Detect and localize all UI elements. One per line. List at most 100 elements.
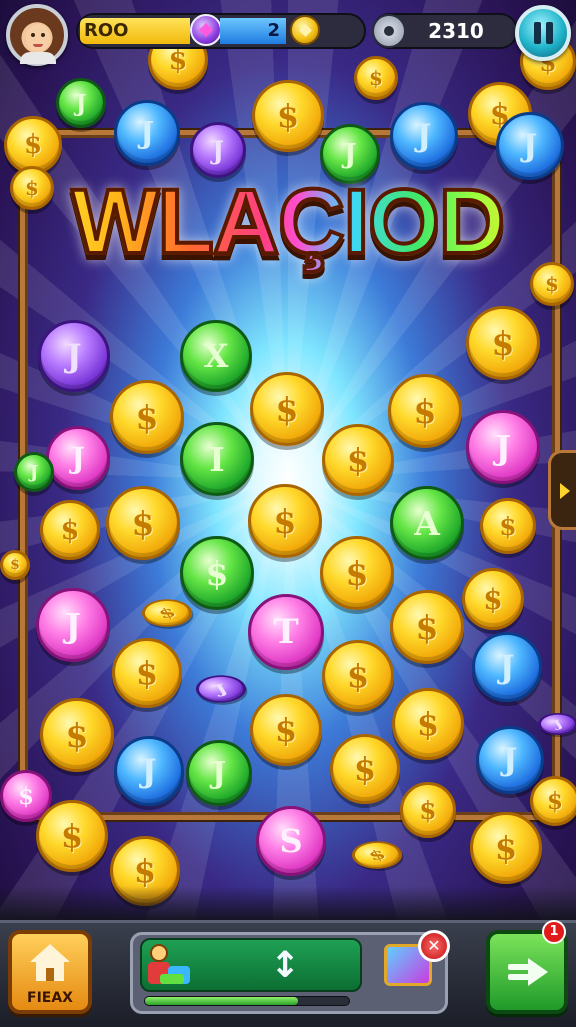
coin-symbol: $ bbox=[275, 389, 299, 429]
gold-coin[interactable]: $ bbox=[322, 424, 394, 496]
gold-coin[interactable]: $ bbox=[470, 812, 542, 884]
coin-symbol: $ bbox=[65, 715, 89, 755]
pink-coin[interactable]: J bbox=[46, 426, 110, 490]
blue-coin[interactable]: J bbox=[114, 100, 180, 166]
avatar-mouth bbox=[33, 44, 43, 47]
purple-coin[interactable]: J bbox=[38, 320, 110, 392]
coin-symbol: $ bbox=[415, 607, 439, 647]
gold-coin[interactable]: $ bbox=[390, 590, 464, 664]
green-coin[interactable]: A bbox=[390, 486, 464, 560]
green-coin[interactable]: J bbox=[56, 78, 106, 128]
score-value: 2310 bbox=[428, 19, 484, 43]
coin-symbol: J bbox=[502, 742, 518, 778]
coin-symbol: J bbox=[499, 648, 515, 686]
pink-coin[interactable]: J bbox=[466, 410, 540, 484]
gold-coin[interactable]: $ bbox=[250, 372, 324, 446]
coin-symbol: $ bbox=[276, 97, 300, 135]
game-title: WLAÇIOD bbox=[40, 169, 536, 275]
bottom-fade bbox=[0, 886, 576, 920]
coin-symbol: $ bbox=[131, 503, 155, 543]
coin-symbol: $ bbox=[60, 817, 84, 855]
coin-symbol: J bbox=[522, 128, 538, 164]
coin-symbol: J bbox=[139, 115, 155, 151]
gold-coin[interactable]: $ bbox=[320, 536, 394, 610]
coin-symbol: J bbox=[65, 605, 81, 645]
pink-coin[interactable]: T bbox=[248, 594, 324, 670]
gold-coin[interactable]: $ bbox=[466, 306, 540, 380]
coin-symbol: J bbox=[416, 118, 432, 154]
pause-button[interactable] bbox=[515, 5, 571, 61]
green-coin[interactable]: I bbox=[180, 422, 254, 496]
gold-coin[interactable]: $ bbox=[322, 640, 394, 712]
coin-symbol: $ bbox=[274, 711, 298, 749]
gear-icon[interactable] bbox=[372, 14, 406, 48]
coin-symbol: $ bbox=[17, 782, 34, 810]
gold-coin[interactable]: $ bbox=[40, 698, 114, 772]
character-blocks-icon[interactable] bbox=[148, 944, 194, 988]
gold-coin[interactable]: $ bbox=[354, 56, 398, 100]
gold-coin[interactable]: $ bbox=[112, 638, 182, 708]
coin-symbol: J bbox=[66, 337, 82, 375]
coin-icon[interactable] bbox=[290, 15, 320, 45]
coin-symbol: $ bbox=[545, 272, 559, 296]
arrow-head bbox=[528, 958, 548, 986]
player-avatar[interactable] bbox=[6, 4, 68, 66]
coin-symbol: $ bbox=[491, 323, 515, 363]
green-coin[interactable]: J bbox=[186, 740, 252, 806]
pause-icon-bar bbox=[546, 22, 553, 44]
gold-meter: ROO bbox=[80, 18, 190, 44]
coin-symbol: $ bbox=[273, 501, 297, 541]
gold-coin[interactable]: $ bbox=[0, 550, 30, 580]
green-coin[interactable]: $ bbox=[180, 536, 254, 610]
home-label: FIEAX bbox=[27, 990, 73, 1006]
pink-coin[interactable]: J bbox=[36, 588, 110, 662]
side-arrow-button[interactable] bbox=[548, 450, 576, 530]
gold-coin[interactable]: $ bbox=[330, 734, 400, 804]
gold-coin[interactable]: $ bbox=[530, 262, 574, 306]
level-progress-bar bbox=[144, 996, 350, 1006]
gold-coin[interactable]: $ bbox=[36, 800, 108, 872]
coin-symbol: $ bbox=[369, 66, 383, 90]
gold-coin[interactable]: $ bbox=[530, 776, 576, 826]
gold-coin[interactable]: $ bbox=[40, 500, 100, 560]
blue-coin[interactable]: J bbox=[476, 726, 544, 794]
gem-icon[interactable] bbox=[190, 14, 222, 46]
gold-coin[interactable]: $ bbox=[106, 486, 180, 560]
avatar-eye bbox=[41, 33, 45, 37]
pause-icon-bar bbox=[534, 22, 541, 44]
gold-coin[interactable]: $ bbox=[250, 694, 322, 766]
up-down-arrow-icon[interactable]: ↕ bbox=[270, 944, 300, 988]
coin-symbol: $ bbox=[364, 846, 390, 864]
gold-coin[interactable]: $ bbox=[388, 374, 462, 448]
gold-coin[interactable]: $ bbox=[392, 688, 464, 760]
green-coin[interactable]: J bbox=[14, 452, 54, 492]
gold-coin[interactable]: $ bbox=[248, 484, 322, 558]
coin-symbol: J bbox=[71, 441, 85, 475]
coin-symbol: J bbox=[211, 680, 231, 698]
gold-coin[interactable]: $ bbox=[462, 568, 524, 630]
blue-coin[interactable]: J bbox=[390, 102, 458, 170]
coin-symbol: $ bbox=[23, 130, 43, 160]
coin-symbol: $ bbox=[60, 514, 80, 546]
coin-symbol: $ bbox=[133, 852, 157, 890]
blue-coin[interactable]: J bbox=[114, 736, 184, 806]
gold-coin[interactable]: $ bbox=[400, 782, 456, 838]
coin-symbol: $ bbox=[10, 557, 20, 573]
gold-coin[interactable]: $ bbox=[252, 80, 324, 152]
coin-symbol: $ bbox=[345, 553, 369, 593]
coin-symbol: $ bbox=[154, 604, 180, 622]
coin-symbol: J bbox=[75, 89, 87, 117]
coin-symbol: $ bbox=[416, 705, 440, 743]
avatar-eye bbox=[31, 33, 35, 37]
blue-coin[interactable]: J bbox=[472, 632, 542, 702]
home-button[interactable]: FIEAX bbox=[8, 930, 92, 1014]
coin-symbol: J bbox=[212, 135, 224, 165]
green-coin[interactable]: X bbox=[180, 320, 252, 392]
gold-coin[interactable]: $ bbox=[110, 380, 184, 454]
coin-symbol: $ bbox=[413, 391, 437, 431]
home-icon-roof bbox=[30, 944, 70, 962]
coin-symbol: A bbox=[414, 503, 440, 543]
pink-coin[interactable]: S bbox=[256, 806, 326, 876]
gold-coin[interactable]: $ bbox=[480, 498, 536, 554]
close-icon[interactable]: ✕ bbox=[418, 930, 450, 962]
